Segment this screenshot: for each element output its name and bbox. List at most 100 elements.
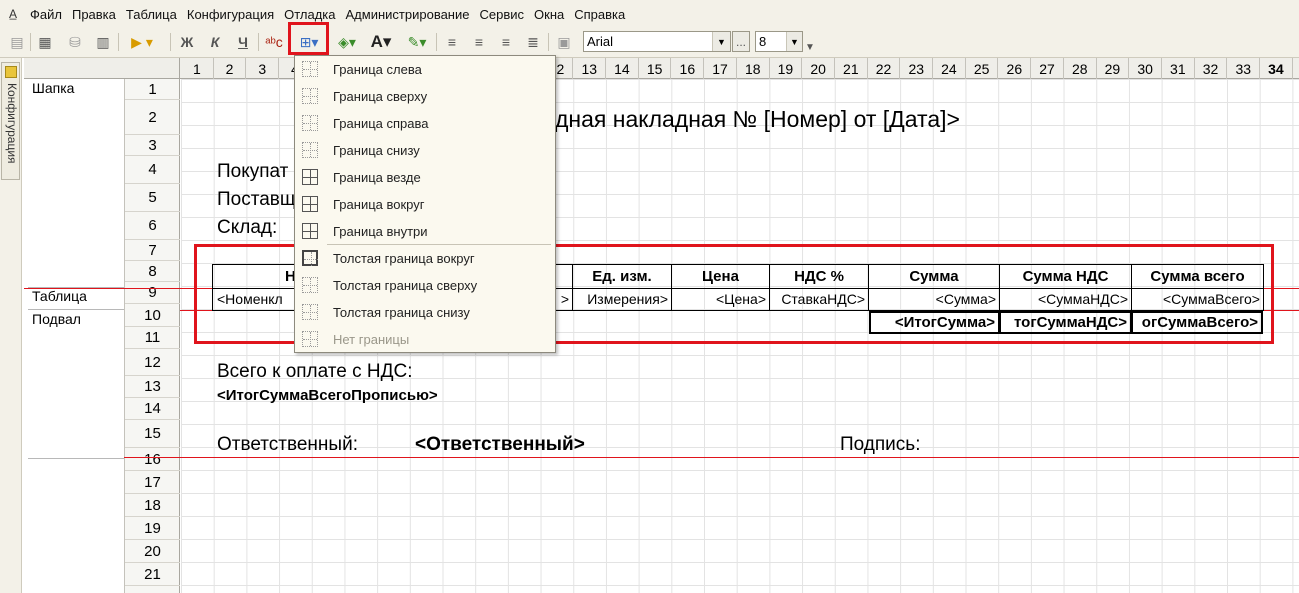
menu-help[interactable]: Справка bbox=[574, 7, 625, 22]
menu-item-border-inside[interactable]: Граница внутри bbox=[295, 218, 555, 245]
column-header-33[interactable]: 33 bbox=[1227, 58, 1261, 79]
column-header-3[interactable]: 3 bbox=[246, 58, 280, 79]
menu-item-border-all[interactable]: Граница везде bbox=[295, 164, 555, 191]
menu-item-border-outside[interactable]: Граница вокруг bbox=[295, 191, 555, 218]
column-header-20[interactable]: 20 bbox=[802, 58, 835, 79]
config-icon bbox=[5, 66, 17, 78]
column-header-22[interactable]: 22 bbox=[868, 58, 901, 79]
row-header-6[interactable]: 6 bbox=[125, 212, 180, 240]
menu-item-thick-border-outside[interactable]: Толстая граница вокруг bbox=[295, 245, 555, 272]
row-header-7[interactable]: 7 bbox=[125, 240, 180, 261]
column-header-18[interactable]: 18 bbox=[737, 58, 770, 79]
row-header-12[interactable]: 12 bbox=[125, 349, 180, 376]
font-more-button[interactable]: ... bbox=[732, 31, 750, 52]
menu-item-thick-border-top[interactable]: Толстая граница сверху bbox=[295, 272, 555, 299]
spelling-icon[interactable]: ᵃᵇc bbox=[262, 31, 286, 53]
row-header-1[interactable]: 1 bbox=[125, 79, 180, 100]
column-header-16[interactable]: 16 bbox=[672, 58, 705, 79]
italic-button[interactable]: К bbox=[204, 31, 226, 53]
font-name-select[interactable]: Arial ▼ bbox=[583, 31, 731, 52]
column-header-1[interactable]: 1 bbox=[181, 58, 214, 79]
menu-item-border-right[interactable]: Граница справа bbox=[295, 110, 555, 137]
group-table-label[interactable]: Таблица bbox=[32, 288, 87, 304]
table-icon[interactable]: ▤ bbox=[6, 31, 28, 53]
column-header-15[interactable]: 15 bbox=[639, 58, 672, 79]
group-footer-label[interactable]: Подвал bbox=[32, 311, 81, 327]
column-header-19[interactable]: 19 bbox=[770, 58, 803, 79]
layout-icon[interactable]: ▥ bbox=[92, 31, 114, 53]
column-header-31[interactable]: 31 bbox=[1162, 58, 1195, 79]
bold-button[interactable]: Ж bbox=[176, 31, 198, 53]
borders-dropdown-menu: Граница слева Граница сверху Граница справ… bbox=[294, 55, 556, 353]
font-size-select[interactable]: 8 ▼ bbox=[755, 31, 803, 52]
fill-color-icon[interactable]: ◈▾ bbox=[332, 31, 362, 53]
column-header-26[interactable]: 26 bbox=[999, 58, 1032, 79]
group-header-label[interactable]: Шапка bbox=[32, 80, 74, 96]
chevron-down-icon[interactable]: ▼ bbox=[786, 32, 802, 51]
menu-edit[interactable]: Правка bbox=[72, 7, 116, 22]
row-header-5[interactable]: 5 bbox=[125, 184, 180, 212]
row-header-3[interactable]: 3 bbox=[125, 135, 180, 156]
toolbar-overflow-icon[interactable]: ▼ bbox=[804, 36, 816, 58]
row-header-10[interactable]: 10 bbox=[125, 304, 180, 327]
column-header-17[interactable]: 17 bbox=[704, 58, 737, 79]
menu-debug[interactable]: Отладка bbox=[284, 7, 335, 22]
warehouse-label: Склад: bbox=[217, 217, 278, 238]
menu-service[interactable]: Сервис bbox=[479, 7, 524, 22]
column-header-13[interactable]: 13 bbox=[573, 58, 607, 79]
row-header-16[interactable]: 16 bbox=[125, 448, 180, 471]
menu-table[interactable]: Таблица bbox=[126, 7, 177, 22]
menu-item-thick-border-bottom[interactable]: Толстая граница снизу bbox=[295, 299, 555, 326]
column-header-27[interactable]: 27 bbox=[1031, 58, 1064, 79]
row-header-15[interactable]: 15 bbox=[125, 420, 180, 448]
highlight-icon[interactable]: ✎▾ bbox=[402, 31, 432, 53]
row-header-18[interactable]: 18 bbox=[125, 494, 180, 517]
column-header-29[interactable]: 29 bbox=[1097, 58, 1130, 79]
merge-icon[interactable]: ▣ bbox=[553, 31, 575, 53]
chevron-down-icon[interactable]: ▼ bbox=[712, 32, 730, 51]
run-icon[interactable]: ▶ ▾ bbox=[122, 31, 162, 53]
menu-item-label: Граница вокруг bbox=[333, 197, 425, 212]
column-header-2[interactable]: 2 bbox=[214, 58, 247, 79]
column-header-23[interactable]: 23 bbox=[900, 58, 934, 79]
row-header-17[interactable]: 17 bbox=[125, 471, 180, 494]
menu-item-border-left[interactable]: Граница слева bbox=[295, 56, 555, 83]
column-header-24[interactable]: 24 bbox=[933, 58, 966, 79]
row-header-2[interactable]: 2 bbox=[125, 100, 180, 135]
config-tab[interactable]: Конфигурация bbox=[1, 62, 20, 180]
row-header-4[interactable]: 4 bbox=[125, 156, 180, 184]
row-header-21[interactable]: 21 bbox=[125, 563, 180, 586]
column-header-34[interactable]: 34 bbox=[1260, 58, 1293, 79]
row-header-13[interactable]: 13 bbox=[125, 376, 180, 398]
row-header-19[interactable]: 19 bbox=[125, 517, 180, 540]
config-panel-strip: Конфигурация bbox=[0, 58, 22, 593]
font-color-button[interactable]: A ▾ bbox=[366, 31, 396, 53]
borders-button-highlight bbox=[288, 22, 329, 55]
column-header-25[interactable]: 25 bbox=[966, 58, 999, 79]
menu-windows[interactable]: Окна bbox=[534, 7, 564, 22]
align-left-icon[interactable]: ≡ bbox=[441, 31, 463, 53]
row-header-9[interactable]: 9 bbox=[125, 282, 180, 304]
align-right-icon[interactable]: ≡ bbox=[495, 31, 517, 53]
menu-administration[interactable]: Администрирование bbox=[346, 7, 470, 22]
database-icon[interactable]: ⛁ bbox=[64, 31, 86, 53]
grid-icon[interactable]: ▦ bbox=[34, 31, 56, 53]
column-header-28[interactable]: 28 bbox=[1064, 58, 1097, 79]
align-center-icon[interactable]: ≡ bbox=[468, 31, 490, 53]
column-header-21[interactable]: 21 bbox=[835, 58, 868, 79]
menu-file[interactable]: Файл bbox=[30, 7, 62, 22]
border-all-icon bbox=[302, 169, 318, 185]
underline-button[interactable]: Ч bbox=[232, 31, 254, 53]
column-header-14[interactable]: 14 bbox=[606, 58, 639, 79]
row-header-20[interactable]: 20 bbox=[125, 540, 180, 563]
align-justify-icon[interactable]: ≣ bbox=[522, 31, 544, 53]
row-header-8[interactable]: 8 bbox=[125, 261, 180, 282]
menu-item-border-top[interactable]: Граница сверху bbox=[295, 83, 555, 110]
row-header-14[interactable]: 14 bbox=[125, 398, 180, 420]
section-line bbox=[124, 457, 1299, 458]
column-header-30[interactable]: 30 bbox=[1129, 58, 1162, 79]
column-header-32[interactable]: 32 bbox=[1195, 58, 1228, 79]
menu-item-border-bottom[interactable]: Граница снизу bbox=[295, 137, 555, 164]
row-header-11[interactable]: 11 bbox=[125, 327, 180, 349]
menu-configuration[interactable]: Конфигурация bbox=[187, 7, 274, 22]
